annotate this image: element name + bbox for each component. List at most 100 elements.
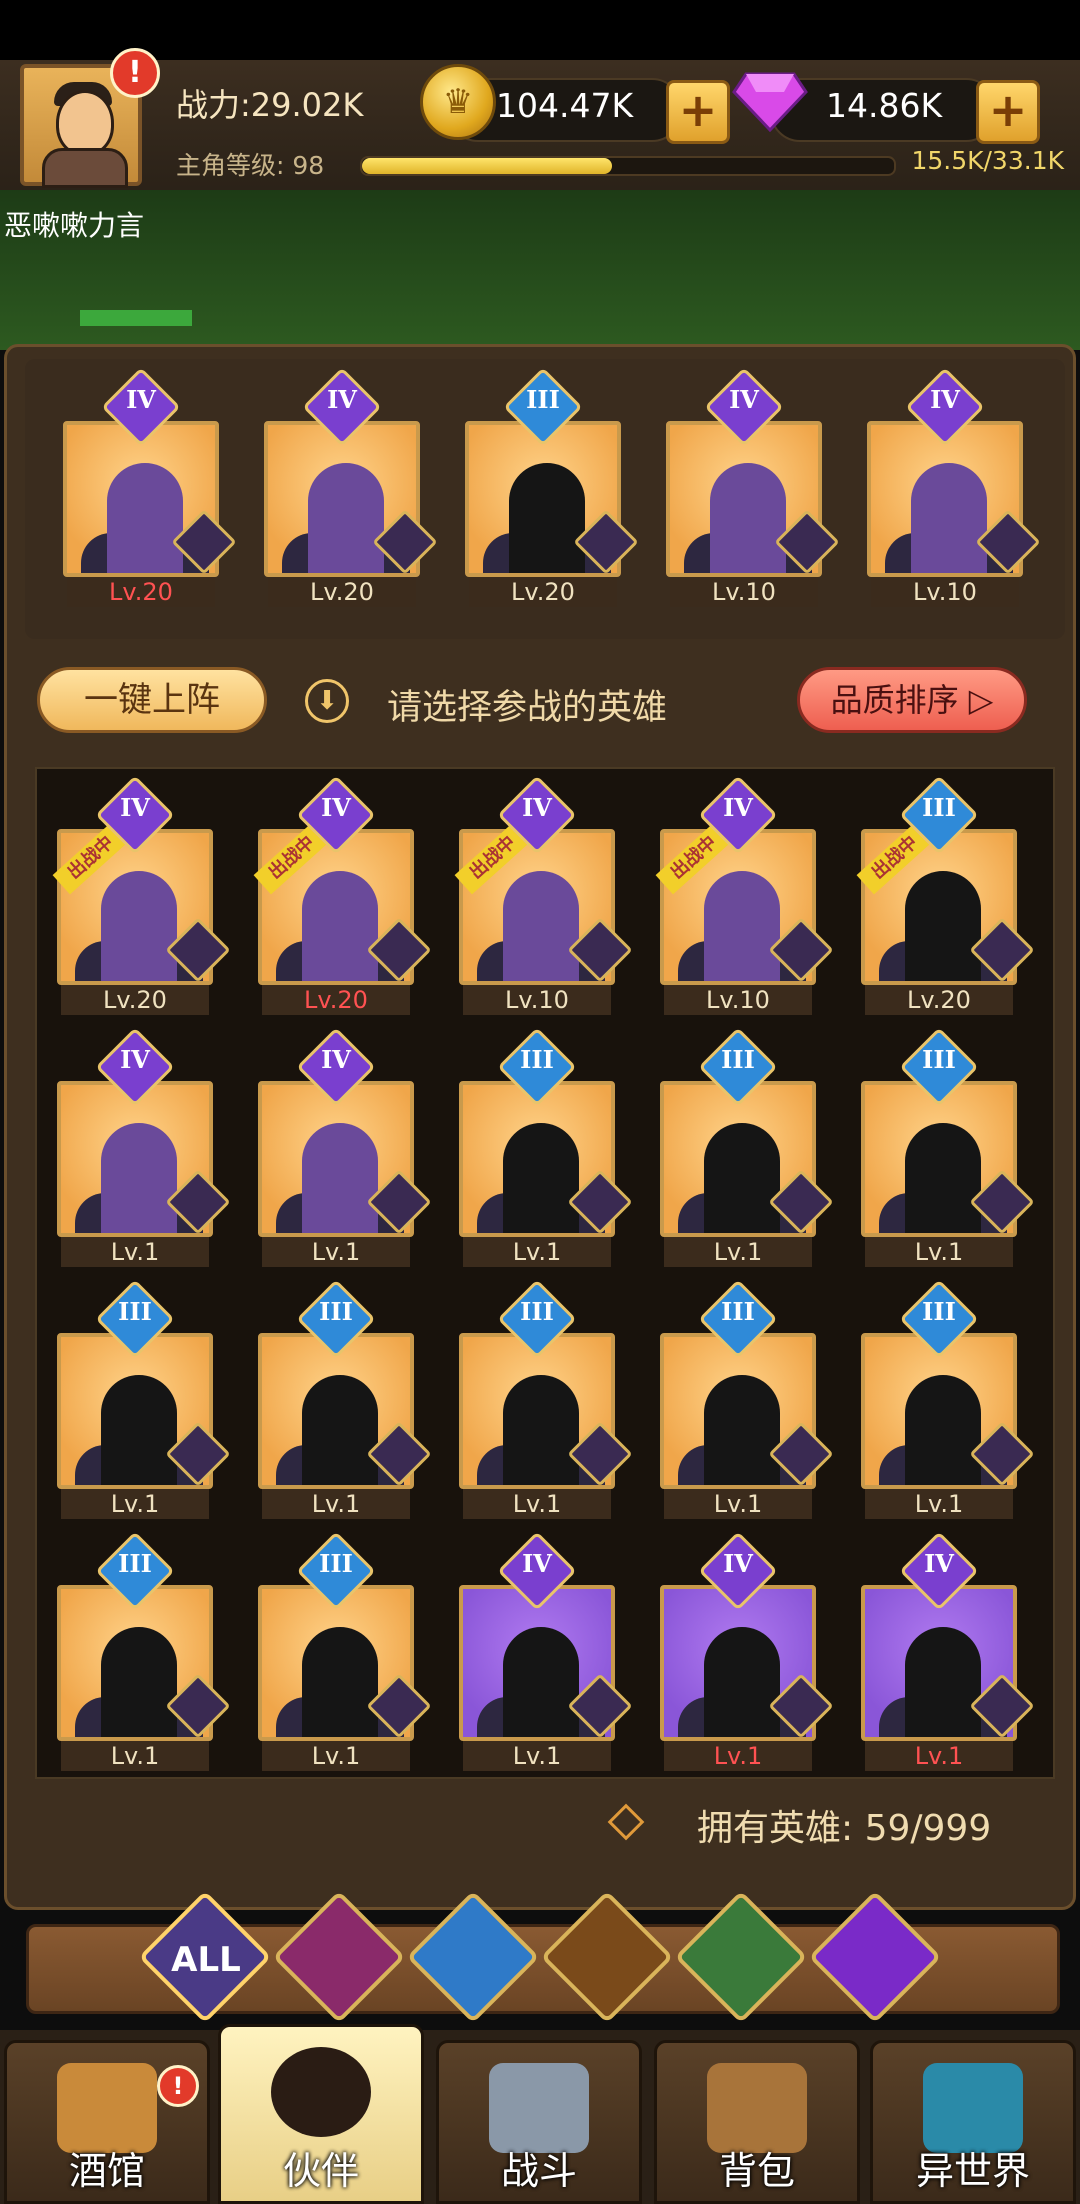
- add-gold-button[interactable]: +: [666, 80, 730, 144]
- nav-battle[interactable]: 战斗: [436, 2040, 642, 2204]
- rank-label: III: [319, 1549, 353, 1578]
- hero-card[interactable]: IV Lv.1: [459, 1531, 633, 1771]
- hero-silhouette: [101, 871, 177, 981]
- hero-level: Lv.1: [664, 1741, 812, 1771]
- hero-card[interactable]: IV Lv.20: [264, 367, 438, 607]
- hero-card[interactable]: IV Lv.20: [63, 367, 237, 607]
- filter-all-label: ALL: [171, 1940, 241, 1980]
- nav-partner[interactable]: 伙伴: [218, 2024, 424, 2204]
- arrow-down-icon: ⬇: [305, 679, 349, 723]
- background-scene: [0, 190, 1080, 350]
- hero-silhouette: [905, 871, 981, 981]
- hero-level: Lv.1: [262, 1741, 410, 1771]
- hero-level: Lv.1: [262, 1237, 410, 1267]
- rank-label: III: [721, 1045, 755, 1074]
- hero-card[interactable]: IV Lv.10: [666, 367, 840, 607]
- rank-label: III: [922, 793, 956, 822]
- nav-backpack-label: 背包: [718, 2149, 795, 2193]
- rank-label: IV: [522, 1549, 552, 1578]
- hero-card[interactable]: 出战中 IV Lv.20: [52, 775, 231, 1015]
- hero-silhouette: [704, 1627, 780, 1737]
- alert-icon: !: [110, 48, 160, 98]
- nav-battle-label: 战斗: [500, 2149, 577, 2193]
- hero-level: Lv.1: [61, 1237, 209, 1267]
- hero-panel: IV Lv.20 IV Lv.20 III Lv.20 IV Lv.10 IV Lv.10 一键上…: [4, 344, 1076, 1910]
- hero-level: Lv.1: [664, 1489, 812, 1519]
- add-gem-button[interactable]: +: [976, 80, 1040, 144]
- hero-card[interactable]: III Lv.20: [465, 367, 639, 607]
- rank-label: III: [922, 1297, 956, 1326]
- health-bar: [80, 310, 192, 326]
- bottom-nav: ! 酒馆 伙伴 战斗 背包 异世界: [0, 2024, 1080, 2204]
- hero-silhouette: [911, 463, 987, 573]
- hero-silhouette: [101, 1375, 177, 1485]
- hero-card[interactable]: 出战中 IV Lv.10: [454, 775, 633, 1015]
- hero-level: Lv.20: [61, 985, 209, 1015]
- hero-card[interactable]: IV Lv.1: [258, 1027, 432, 1267]
- hero-card[interactable]: IV Lv.1: [861, 1531, 1035, 1771]
- hero-silhouette: [704, 1123, 780, 1233]
- hero-card[interactable]: 出战中 IV Lv.10: [655, 775, 834, 1015]
- hero-silhouette: [302, 1627, 378, 1737]
- hero-silhouette: [710, 463, 786, 573]
- hero-level: Lv.1: [463, 1237, 611, 1267]
- hero-card[interactable]: III Lv.1: [459, 1027, 633, 1267]
- hero-silhouette: [107, 463, 183, 573]
- hero-level: Lv.1: [865, 1741, 1013, 1771]
- hero-card[interactable]: III Lv.1: [660, 1279, 834, 1519]
- hero-card[interactable]: 出战中 IV Lv.20: [253, 775, 432, 1015]
- gold-coin-icon: ♛: [420, 64, 496, 140]
- select-hero-hint: 请选择参战的英雄: [387, 688, 668, 728]
- hero-card[interactable]: IV Lv.1: [660, 1531, 834, 1771]
- nav-backpack[interactable]: 背包: [654, 2040, 860, 2204]
- hero-count: 拥有英雄: 59/999: [697, 1808, 992, 1849]
- hero-level: Lv.20: [67, 577, 215, 607]
- rank-label: III: [526, 385, 560, 414]
- hero-level: Lv.20: [268, 577, 416, 607]
- hero-card[interactable]: 出战中 III Lv.20: [856, 775, 1035, 1015]
- hero-card[interactable]: III Lv.1: [660, 1027, 834, 1267]
- hero-card[interactable]: III Lv.1: [258, 1531, 432, 1771]
- combat-power: 战力:29.02K: [176, 86, 364, 124]
- rank-label: IV: [930, 385, 960, 414]
- hero-card[interactable]: III Lv.1: [57, 1531, 231, 1771]
- hero-level: Lv.10: [664, 985, 812, 1015]
- hero-level: Lv.20: [262, 985, 410, 1015]
- top-bar: ! 战力:29.02K 主角等级: 98 15.5K/33.1K ♛ 104.4…: [0, 0, 1080, 194]
- hero-silhouette: [509, 463, 585, 573]
- hero-level: 主角等级: 98: [176, 151, 325, 180]
- hero-silhouette: [905, 1123, 981, 1233]
- hero-silhouette: [704, 1375, 780, 1485]
- rank-label: IV: [120, 1045, 150, 1074]
- rank-label: IV: [723, 1549, 753, 1578]
- xp-progress-bar: [360, 156, 896, 176]
- hero-card[interactable]: III Lv.1: [57, 1279, 231, 1519]
- hero-card[interactable]: III Lv.1: [861, 1027, 1035, 1267]
- xp-progress-fill: [362, 158, 613, 174]
- nav-otherworld[interactable]: 异世界: [870, 2040, 1076, 2204]
- hero-level: Lv.1: [865, 1489, 1013, 1519]
- hero-silhouette: [503, 871, 579, 981]
- hero-card[interactable]: III Lv.1: [459, 1279, 633, 1519]
- rank-label: III: [520, 1045, 554, 1074]
- rank-label: III: [922, 1045, 956, 1074]
- hero-level: Lv.20: [865, 985, 1013, 1015]
- avatar-body: [42, 148, 128, 188]
- nav-tavern[interactable]: ! 酒馆: [4, 2040, 210, 2204]
- hero-card[interactable]: III Lv.1: [258, 1279, 432, 1519]
- hero-silhouette: [101, 1123, 177, 1233]
- one-key-deploy-button[interactable]: 一键上阵: [37, 667, 267, 733]
- hero-card[interactable]: III Lv.1: [861, 1279, 1035, 1519]
- rank-label: IV: [120, 793, 150, 822]
- hero-silhouette: [308, 463, 384, 573]
- hero-silhouette: [503, 1375, 579, 1485]
- hero-silhouette: [302, 1123, 378, 1233]
- hero-card[interactable]: IV Lv.10: [867, 367, 1041, 607]
- rank-label: IV: [723, 793, 753, 822]
- rank-label: IV: [729, 385, 759, 414]
- hero-card[interactable]: IV Lv.1: [57, 1027, 231, 1267]
- avatar-face: [56, 90, 114, 156]
- quality-sort-button[interactable]: 品质排序 ▷: [797, 667, 1027, 733]
- rank-label: III: [721, 1297, 755, 1326]
- gem-amount: 14.86K: [826, 86, 943, 125]
